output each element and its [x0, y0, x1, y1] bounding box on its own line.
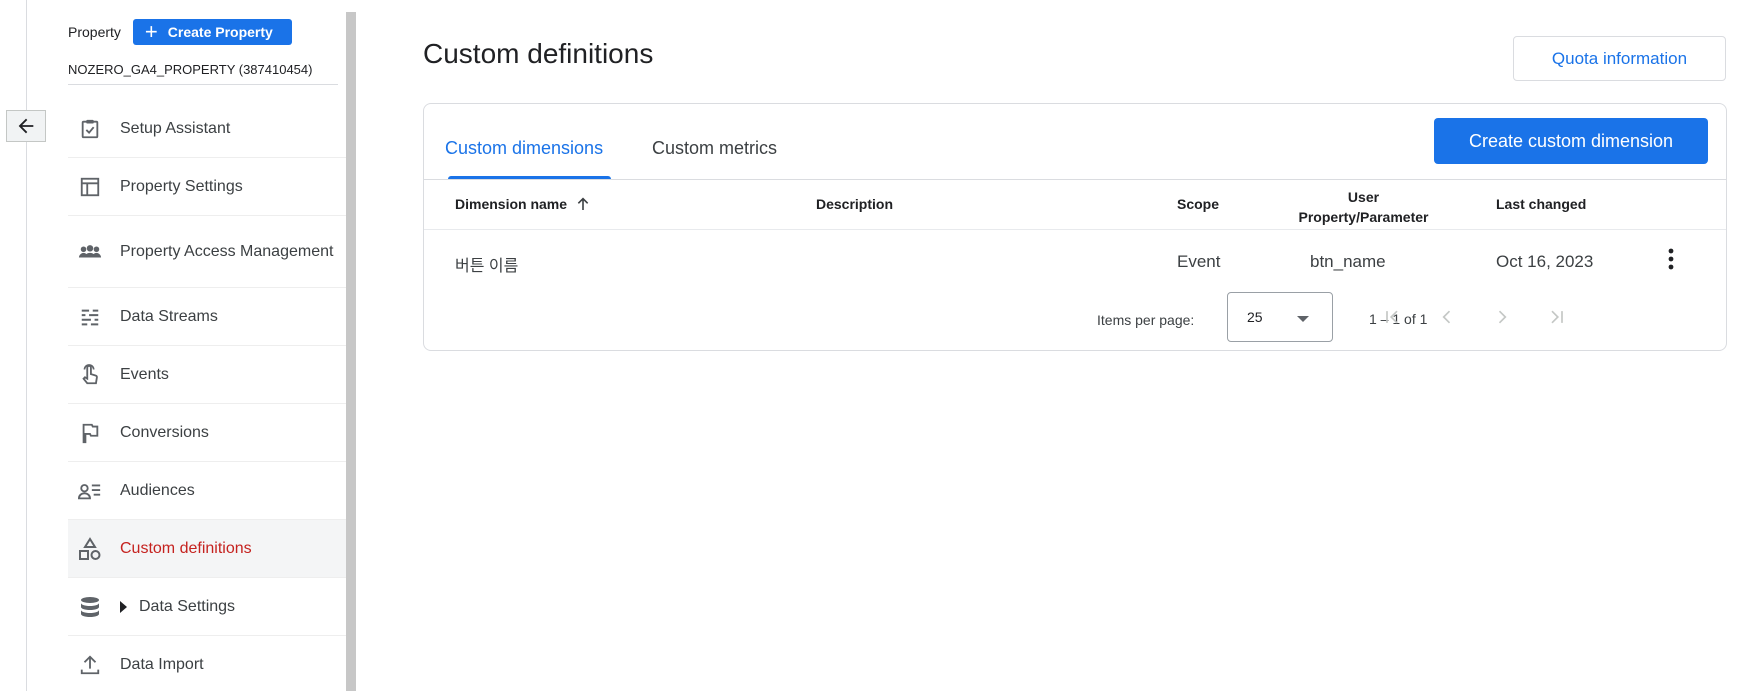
sidebar-item-label: Data Settings [139, 597, 236, 615]
table-header-divider [424, 229, 1726, 230]
sidebar-item-label: Events [120, 365, 169, 383]
column-header-last-changed: Last changed [1496, 196, 1587, 212]
cell-dimension-name[interactable]: 버튼 이름 [455, 252, 518, 276]
left-rail [0, 0, 58, 691]
tab-custom-dimensions[interactable]: Custom dimensions [445, 138, 603, 159]
sidebar-item-label: Property Access Management [120, 242, 334, 260]
property-label: Property [68, 24, 121, 40]
create-property-label: Create Property [167, 24, 273, 40]
layout-icon [78, 175, 102, 199]
audience-icon [78, 479, 102, 503]
property-name: NOZERO_GA4_PROPERTY (387410454) [68, 62, 313, 77]
clipboard-check-icon [78, 117, 102, 141]
custom-definitions-card: Custom dimensions Custom metrics Create … [423, 103, 1727, 351]
sidebar-item-data-streams[interactable]: Data Streams [68, 288, 346, 346]
more-vert-icon [1668, 248, 1674, 270]
shapes-icon [78, 536, 102, 561]
database-icon [78, 595, 102, 619]
page-title: Custom definitions [423, 38, 654, 69]
sidebar-item-property-access[interactable]: Property Access Management [68, 216, 346, 288]
sidebar-scrollbar[interactable] [346, 12, 356, 691]
plus-icon: + [144, 19, 158, 44]
rail-divider [26, 0, 27, 691]
sidebar-item-label: Conversions [120, 423, 209, 441]
items-per-page-select[interactable]: 25 [1227, 292, 1333, 342]
admin-sidebar: Property + Create Property NOZERO_GA4_PR… [58, 0, 346, 691]
create-custom-dimension-button[interactable]: Create custom dimension [1434, 118, 1708, 164]
create-property-button[interactable]: + Create Property [132, 19, 292, 45]
upload-icon [78, 653, 102, 677]
sidebar-item-conversions[interactable]: Conversions [68, 404, 346, 462]
row-more-button[interactable] [1659, 244, 1683, 274]
last-page-button[interactable] [1542, 302, 1572, 332]
chevron-right-icon [1498, 310, 1507, 324]
next-page-button[interactable] [1487, 302, 1517, 332]
property-divider [68, 84, 338, 85]
dropdown-arrow-icon [1297, 316, 1309, 322]
previous-page-button[interactable] [1432, 302, 1462, 332]
column-header-description: Description [816, 196, 894, 212]
cell-scope: Event [1177, 252, 1221, 271]
sidebar-item-setup-assistant[interactable]: Setup Assistant [68, 100, 346, 158]
quota-information-button[interactable]: Quota information [1513, 36, 1726, 81]
sidebar-item-data-import[interactable]: Data Import [68, 636, 346, 691]
touch-icon [78, 363, 102, 387]
sort-ascending-icon[interactable] [575, 196, 591, 212]
back-button[interactable] [6, 110, 46, 142]
first-page-button[interactable] [1377, 302, 1407, 332]
items-per-page-label: Items per page: [1097, 312, 1195, 328]
sidebar-item-property-settings[interactable]: Property Settings [68, 158, 346, 216]
sidebar-item-events[interactable]: Events [68, 346, 346, 404]
sidebar-item-custom-definitions[interactable]: Custom definitions [68, 520, 346, 578]
header-divider [424, 179, 1726, 180]
sidebar-nav: Setup Assistant Property Settings Proper… [68, 100, 346, 691]
column-header-scope: Scope [1177, 196, 1220, 212]
last-page-icon [1551, 310, 1563, 324]
column-header-user-property: User Property/Parameter [1298, 189, 1429, 225]
group-icon [78, 240, 102, 264]
first-page-icon [1386, 310, 1398, 324]
sidebar-item-label: Audiences [120, 481, 195, 499]
sidebar-item-label: Data Streams [120, 307, 218, 325]
column-header-dimension-name[interactable]: Dimension name [455, 196, 591, 212]
arrow-back-icon [18, 118, 34, 134]
sidebar-item-label: Setup Assistant [120, 119, 231, 137]
column-header-label: Dimension name [455, 196, 568, 212]
expand-caret-icon[interactable] [120, 600, 127, 613]
sidebar-item-label: Custom definitions [120, 539, 252, 557]
tab-custom-metrics[interactable]: Custom metrics [652, 138, 777, 159]
cell-last-changed: Oct 16, 2023 [1496, 252, 1594, 271]
sidebar-item-data-settings[interactable]: Data Settings [68, 578, 346, 636]
flag-icon [78, 421, 102, 445]
sidebar-item-audiences[interactable]: Audiences [68, 462, 346, 520]
sidebar-item-label: Data Import [120, 655, 204, 673]
cell-user-property: btn_name [1310, 252, 1386, 271]
property-header: Property + Create Property [68, 19, 292, 45]
items-per-page-value: 25 [1247, 309, 1263, 325]
chevron-left-icon [1442, 310, 1451, 324]
streams-icon [78, 305, 102, 329]
sidebar-item-label: Property Settings [120, 177, 243, 195]
